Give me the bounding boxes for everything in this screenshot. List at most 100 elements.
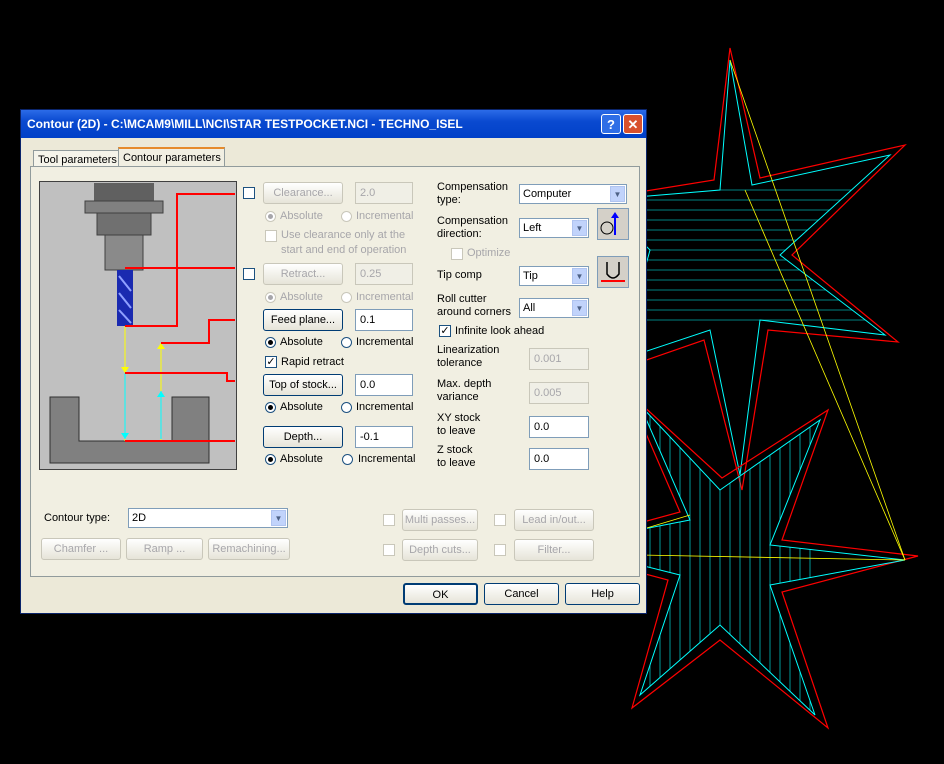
z-stock-field[interactable]: 0.0 <box>529 448 589 470</box>
roll-cutter-value: All <box>523 302 536 314</box>
feed-plane-field[interactable]: 0.1 <box>355 309 413 331</box>
radio-label: Absolute <box>280 210 323 222</box>
chevron-down-icon[interactable]: ▼ <box>572 220 587 236</box>
retract-field[interactable]: 0.25 <box>355 263 413 285</box>
top-of-stock-button[interactable]: Top of stock... <box>263 374 343 396</box>
optimize-checkbox[interactable] <box>451 248 463 260</box>
contour-type-select[interactable]: 2D ▼ <box>128 508 288 528</box>
linearization-label-2: tolerance <box>437 357 483 369</box>
top-of-stock-incremental-radio[interactable] <box>341 402 352 413</box>
infinite-look-ahead-label: Infinite look ahead <box>455 325 545 337</box>
max-depth-label-2: variance <box>437 391 479 403</box>
compensation-type-value: Computer <box>523 188 572 200</box>
feed-plane-absolute-radio[interactable] <box>265 337 276 348</box>
multi-passes-button[interactable]: Multi passes... <box>402 509 478 531</box>
feed-plane-incremental-radio[interactable] <box>341 337 352 348</box>
tip-comp-icon <box>597 256 629 288</box>
radio-label: Incremental <box>356 336 414 348</box>
tip-comp-label: Tip comp <box>437 269 482 281</box>
max-depth-label-1: Max. depth <box>437 378 492 390</box>
comp-direction-icon <box>597 208 629 240</box>
optimize-label: Optimize <box>467 247 511 259</box>
rapid-retract-label: Rapid retract <box>281 356 344 368</box>
infinite-look-ahead-checkbox[interactable]: ✓ <box>439 325 451 337</box>
z-stock-label-1: Z stock <box>437 444 473 456</box>
depth-button[interactable]: Depth... <box>263 426 343 448</box>
filter-checkbox[interactable] <box>494 544 506 556</box>
tip-comp-select[interactable]: Tip ▼ <box>519 266 589 286</box>
z-stock-label-2: to leave <box>437 457 476 469</box>
compensation-type-label-1: Compensation <box>437 181 508 193</box>
compensation-direction-value: Left <box>523 222 542 234</box>
lead-in-out-checkbox[interactable] <box>494 514 506 526</box>
xy-stock-field[interactable]: 0.0 <box>529 416 589 438</box>
compensation-type-select[interactable]: Computer ▼ <box>519 184 627 204</box>
chevron-down-icon[interactable]: ▼ <box>572 268 587 284</box>
chevron-down-icon[interactable]: ▼ <box>271 510 286 526</box>
clearance-incremental-radio[interactable] <box>341 211 352 222</box>
depth-cuts-button[interactable]: Depth cuts... <box>402 539 478 561</box>
retract-incremental-radio[interactable] <box>341 292 352 303</box>
depth-absolute-radio[interactable] <box>265 454 276 465</box>
radio-label: Incremental <box>356 210 414 222</box>
compensation-direction-label-2: direction: <box>437 228 482 240</box>
roll-cutter-label-2: around corners <box>437 306 511 318</box>
retract-button[interactable]: Retract... <box>263 263 343 285</box>
remachining-button[interactable]: Remachining... <box>208 538 290 560</box>
compensation-direction-label-1: Compensation <box>437 215 508 227</box>
retract-checkbox[interactable] <box>243 268 255 280</box>
radio-label: Incremental <box>356 401 414 413</box>
clearance-absolute-radio[interactable] <box>265 211 276 222</box>
compensation-type-label-2: type: <box>437 194 461 206</box>
rapid-retract-checkbox[interactable]: ✓ <box>265 356 277 368</box>
depth-diagram-illustration <box>39 181 237 470</box>
compensation-direction-select[interactable]: Left ▼ <box>519 218 589 238</box>
radio-label: Absolute <box>280 453 323 465</box>
depth-incremental-radio[interactable] <box>342 454 353 465</box>
depth-cuts-checkbox[interactable] <box>383 544 395 556</box>
contour-type-label: Contour type: <box>44 512 111 524</box>
roll-cutter-label-1: Roll cutter <box>437 293 487 305</box>
close-icon[interactable]: ✕ <box>623 114 643 134</box>
linearization-label-1: Linearization <box>437 344 500 356</box>
xy-stock-label-2: to leave <box>437 425 476 437</box>
use-clearance-checkbox[interactable] <box>265 230 277 242</box>
window-title: Contour (2D) - C:\MCAM9\MILL\NCI\STAR TE… <box>27 117 463 131</box>
ramp-button[interactable]: Ramp ... <box>126 538 203 560</box>
contour-dialog: Contour (2D) - C:\MCAM9\MILL\NCI\STAR TE… <box>20 109 647 614</box>
roll-cutter-select[interactable]: All ▼ <box>519 298 589 318</box>
multi-passes-checkbox[interactable] <box>383 514 395 526</box>
tab-contour-parameters[interactable]: Contour parameters <box>118 147 225 168</box>
use-clearance-label-2: start and end of operation <box>281 244 407 256</box>
top-of-stock-absolute-radio[interactable] <box>265 402 276 413</box>
radio-label: Absolute <box>280 291 323 303</box>
lead-in-out-button[interactable]: Lead in/out... <box>514 509 594 531</box>
help-button[interactable]: Help <box>565 583 640 605</box>
retract-absolute-radio[interactable] <box>265 292 276 303</box>
radio-label: Incremental <box>356 291 414 303</box>
tab-label: Contour parameters <box>123 152 221 164</box>
radio-label: Incremental <box>358 453 416 465</box>
chevron-down-icon[interactable]: ▼ <box>572 300 587 316</box>
radio-label: Absolute <box>280 401 323 413</box>
linearization-field[interactable]: 0.001 <box>529 348 589 370</box>
question-icon[interactable]: ? <box>601 114 621 134</box>
chevron-down-icon[interactable]: ▼ <box>610 186 625 202</box>
feed-plane-button[interactable]: Feed plane... <box>263 309 343 331</box>
clearance-checkbox[interactable] <box>243 187 255 199</box>
xy-stock-label-1: XY stock <box>437 412 481 424</box>
clearance-field[interactable]: 2.0 <box>355 182 413 204</box>
chamfer-button[interactable]: Chamfer ... <box>41 538 121 560</box>
tab-label: Tool parameters <box>38 154 117 166</box>
depth-field[interactable]: -0.1 <box>355 426 413 448</box>
radio-label: Absolute <box>280 336 323 348</box>
ok-button[interactable]: OK <box>403 583 478 605</box>
max-depth-field[interactable]: 0.005 <box>529 382 589 404</box>
clearance-button[interactable]: Clearance... <box>263 182 343 204</box>
use-clearance-label-1: Use clearance only at the <box>281 229 406 241</box>
cancel-button[interactable]: Cancel <box>484 583 559 605</box>
tip-comp-value: Tip <box>523 270 538 282</box>
top-of-stock-field[interactable]: 0.0 <box>355 374 413 396</box>
filter-button[interactable]: Filter... <box>514 539 594 561</box>
title-bar[interactable]: Contour (2D) - C:\MCAM9\MILL\NCI\STAR TE… <box>21 110 646 138</box>
